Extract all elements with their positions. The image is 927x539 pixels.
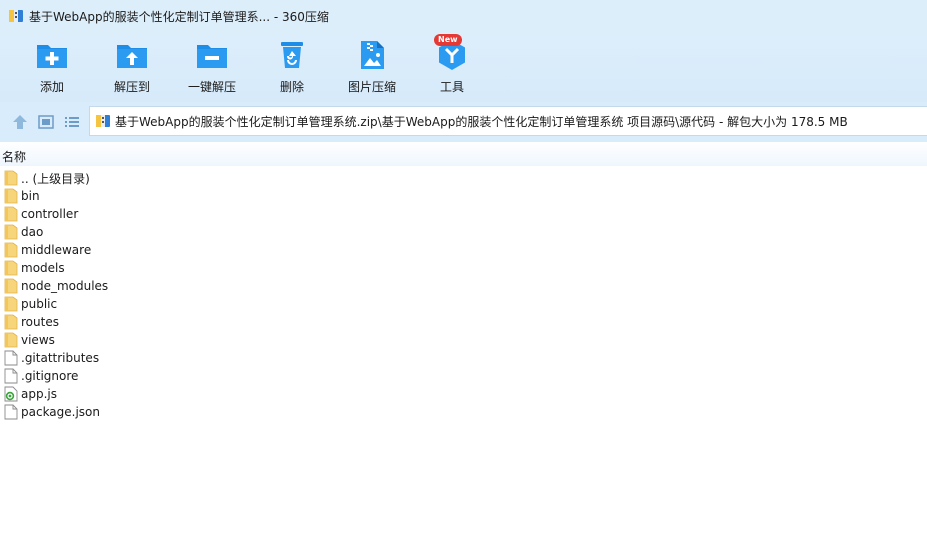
- file-name: bin: [21, 189, 40, 203]
- file-name: models: [21, 261, 65, 275]
- column-header: 名称: [0, 142, 927, 166]
- folder-icon: [4, 242, 18, 258]
- folder-row[interactable]: node_modules: [0, 277, 927, 295]
- file-row[interactable]: app.js: [0, 385, 927, 403]
- extract-to-button[interactable]: 解压到: [96, 38, 168, 100]
- file-name: .. (上级目录): [21, 171, 90, 186]
- folder-icon: [4, 206, 18, 222]
- file-icon: [4, 404, 18, 420]
- app-window: 基于WebApp的服装个性化定制订单管理系... - 360压缩 添加 解压到 …: [0, 0, 927, 539]
- tools-button-label: 工具: [439, 80, 464, 94]
- folder-row[interactable]: bin: [0, 187, 927, 205]
- file-name: .gitignore: [21, 369, 79, 383]
- one-click-extract-button-label: 一键解压: [187, 80, 236, 94]
- file-row[interactable]: .gitattributes: [0, 349, 927, 367]
- file-name: routes: [21, 315, 59, 329]
- file-list: .. (上级目录) bin controller dao middleware model…: [0, 169, 927, 421]
- file-name: public: [21, 297, 58, 311]
- list-view-icon[interactable]: [63, 113, 81, 131]
- toolbar: 添加 解压到 一键解压 删除 图片压缩 New 工具: [0, 32, 927, 102]
- window-title: 基于WebApp的服装个性化定制订单管理系... - 360压缩: [29, 9, 329, 24]
- folder-icon: [4, 296, 18, 312]
- folder-icon: [4, 224, 18, 240]
- folder-icon: [4, 332, 18, 348]
- recycle-bin-icon: [275, 38, 309, 72]
- tools-button[interactable]: New 工具: [416, 34, 488, 100]
- file-icon: [4, 350, 18, 366]
- file-row[interactable]: package.json: [0, 403, 927, 421]
- title-bar: 基于WebApp的服装个性化定制订单管理系... - 360压缩: [0, 0, 927, 32]
- add-folder-icon: [35, 38, 69, 72]
- folder-row[interactable]: .. (上级目录): [0, 169, 927, 187]
- zip-archive-icon: [95, 113, 111, 129]
- file-row[interactable]: .gitignore: [0, 367, 927, 385]
- folder-row[interactable]: controller: [0, 205, 927, 223]
- file-name: views: [21, 333, 55, 347]
- delete-button-label: 删除: [279, 80, 304, 94]
- folder-icon: [4, 278, 18, 294]
- new-badge: New: [434, 34, 462, 46]
- folder-row[interactable]: middleware: [0, 241, 927, 259]
- folder-icon: [4, 188, 18, 204]
- folder-row[interactable]: views: [0, 331, 927, 349]
- folder-icon: [4, 170, 18, 186]
- image-compress-icon: [355, 38, 389, 72]
- extract-to-button-label: 解压到: [113, 80, 150, 94]
- archive-app-icon: [8, 8, 24, 24]
- file-name: .gitattributes: [21, 351, 100, 365]
- file-name: dao: [21, 225, 44, 239]
- file-name: middleware: [21, 243, 92, 257]
- folder-row[interactable]: dao: [0, 223, 927, 241]
- thumbnail-view-icon[interactable]: [37, 113, 55, 131]
- up-arrow-icon[interactable]: [11, 113, 29, 131]
- add-button-label: 添加: [39, 80, 64, 94]
- image-compress-button[interactable]: 图片压缩: [336, 38, 408, 100]
- folder-row[interactable]: models: [0, 259, 927, 277]
- one-click-extract-icon: [195, 38, 229, 72]
- folder-icon: [4, 314, 18, 330]
- one-click-extract-button[interactable]: 一键解压: [176, 38, 248, 100]
- address-bar[interactable]: 基于WebApp的服装个性化定制订单管理系统.zip\基于WebApp的服装个性…: [89, 106, 927, 136]
- column-header-name[interactable]: 名称: [2, 148, 26, 165]
- file-icon: [4, 368, 18, 384]
- extract-to-icon: [115, 38, 149, 72]
- image-compress-button-label: 图片压缩: [347, 80, 396, 94]
- delete-button[interactable]: 删除: [256, 38, 328, 100]
- file-name: controller: [21, 207, 79, 221]
- add-button[interactable]: 添加: [16, 38, 88, 100]
- folder-row[interactable]: routes: [0, 313, 927, 331]
- folder-row[interactable]: public: [0, 295, 927, 313]
- file-name: node_modules: [21, 279, 109, 293]
- folder-icon: [4, 260, 18, 276]
- file-name: app.js: [21, 387, 57, 401]
- address-path: 基于WebApp的服装个性化定制订单管理系统.zip\基于WebApp的服装个性…: [115, 114, 848, 129]
- js-file-icon: [4, 386, 18, 402]
- file-name: package.json: [21, 405, 101, 419]
